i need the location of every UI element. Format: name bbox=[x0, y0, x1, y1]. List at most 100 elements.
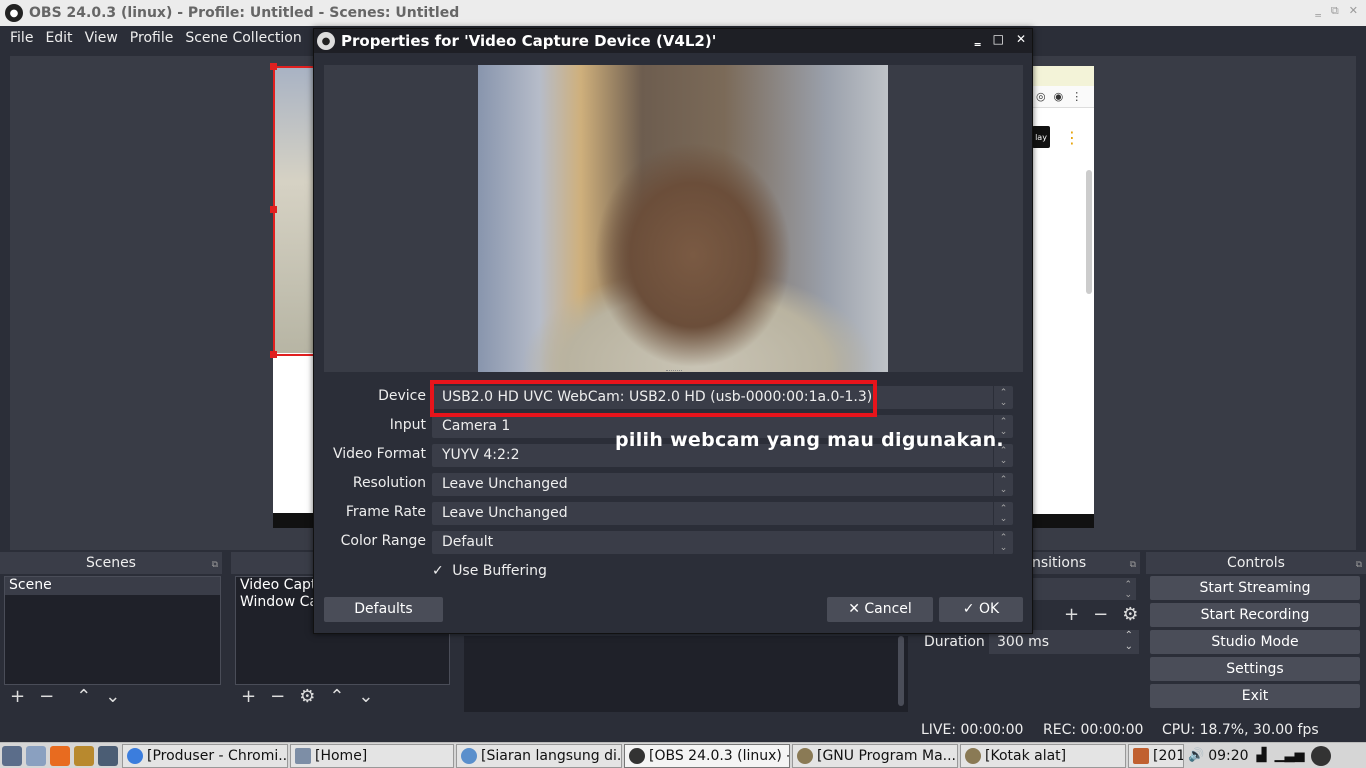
gear-icon[interactable]: ⚙ bbox=[1122, 604, 1138, 625]
audio-mixer-area bbox=[464, 636, 908, 712]
task-image[interactable]: [2019-1 bbox=[1128, 743, 1184, 768]
transition-select[interactable]: ⌃ ⌄ bbox=[1032, 578, 1136, 600]
obs-tray-icon[interactable] bbox=[1310, 745, 1331, 766]
frame-rate-select[interactable]: Leave Unchanged ⌃ ⌄ bbox=[432, 502, 1013, 525]
menu-file[interactable]: File bbox=[10, 30, 33, 46]
use-buffering-checkbox[interactable]: ✓ Use Buffering bbox=[432, 563, 547, 579]
duration-label: Duration bbox=[924, 634, 985, 650]
minimize-icon[interactable]: ‗ bbox=[1315, 4, 1321, 18]
source-selection-box[interactable] bbox=[273, 66, 317, 356]
image-icon bbox=[1133, 747, 1149, 764]
input-label: Input bbox=[389, 417, 426, 433]
minimize-icon[interactable]: ‗ bbox=[975, 32, 981, 46]
browser-icon bbox=[461, 747, 477, 764]
maximize-icon[interactable]: □ bbox=[993, 32, 1004, 46]
gimp-icon bbox=[797, 747, 813, 764]
remove-icon[interactable]: − bbox=[270, 686, 285, 707]
browser-source-topbar bbox=[1032, 66, 1094, 86]
window-title: OBS 24.0.3 (linux) - Profile: Untitled -… bbox=[29, 5, 460, 21]
menu-view[interactable]: View bbox=[85, 30, 118, 46]
scenes-title: Scenes bbox=[86, 555, 136, 571]
resolution-select[interactable]: Leave Unchanged ⌃ ⌄ bbox=[432, 473, 1013, 496]
network-icon[interactable]: ▟ bbox=[1257, 748, 1267, 763]
add-icon[interactable]: + bbox=[1064, 604, 1079, 625]
device-label: Device bbox=[378, 388, 426, 404]
maximize-icon[interactable]: ⧉ bbox=[1331, 4, 1339, 18]
resize-handle[interactable] bbox=[270, 63, 277, 70]
list-item[interactable]: Scene bbox=[5, 577, 220, 595]
scenes-list[interactable]: Scene bbox=[4, 576, 221, 685]
settings-button[interactable]: Settings bbox=[1150, 657, 1360, 681]
checkmark-icon: ✓ bbox=[432, 563, 444, 579]
task-gimp[interactable]: [GNU Program Ma... bbox=[792, 743, 958, 768]
frame-rate-label: Frame Rate bbox=[345, 504, 426, 520]
sources-toolbar: + − ⚙ ⌃ ⌄ bbox=[233, 686, 374, 707]
move-up-icon[interactable]: ⌃ bbox=[76, 686, 91, 707]
transitions-title: nsitions bbox=[1032, 555, 1087, 571]
gear-icon[interactable]: ⚙ bbox=[299, 686, 315, 707]
menu-scene-collection[interactable]: Scene Collection bbox=[185, 30, 301, 46]
cpu-stats: CPU: 18.7%, 30.00 fps bbox=[1162, 722, 1319, 738]
duration-value: 300 ms bbox=[997, 634, 1050, 650]
cancel-icon: ✕ bbox=[848, 601, 860, 617]
chevron-updown-icon: ⌃ ⌄ bbox=[1124, 580, 1132, 600]
task-chromium[interactable]: [Produser - Chromi... bbox=[122, 743, 288, 768]
color-range-label: Color Range bbox=[340, 533, 426, 549]
firefox-icon[interactable] bbox=[50, 745, 70, 766]
exit-button[interactable]: Exit bbox=[1150, 684, 1360, 708]
add-icon[interactable]: + bbox=[241, 686, 256, 707]
menu-profile[interactable]: Profile bbox=[130, 30, 174, 46]
undock-icon[interactable]: ⧉ bbox=[1130, 554, 1136, 576]
undock-icon[interactable]: ⧉ bbox=[212, 554, 218, 576]
volume-icon[interactable]: 🔊 bbox=[1188, 748, 1204, 763]
cancel-label: Cancel bbox=[864, 601, 912, 617]
resize-handle[interactable] bbox=[270, 351, 277, 358]
properties-dialog: ● Properties for 'Video Capture Device (… bbox=[313, 28, 1033, 634]
cancel-button[interactable]: ✕ Cancel bbox=[827, 597, 933, 622]
task-label: [OBS 24.0.3 (linux) -... bbox=[649, 747, 790, 764]
ok-button[interactable]: ✓ OK bbox=[939, 597, 1023, 622]
clock[interactable]: 09:20 bbox=[1208, 748, 1248, 764]
close-icon[interactable]: ✕ bbox=[1016, 32, 1026, 46]
main-titlebar: ● OBS 24.0.3 (linux) - Profile: Untitled… bbox=[0, 0, 1366, 26]
frame-rate-value: Leave Unchanged bbox=[442, 505, 568, 521]
highlight-box bbox=[430, 380, 877, 417]
remove-icon[interactable]: − bbox=[39, 686, 54, 707]
chevron-updown-icon: ⌃ ⌄ bbox=[993, 386, 1013, 409]
status-bar: LIVE: 00:00:00 REC: 00:00:00 CPU: 18.7%,… bbox=[0, 720, 1366, 742]
signal-icon[interactable]: ▁▃▅ bbox=[1275, 748, 1305, 763]
app-launcher-icon[interactable] bbox=[98, 745, 118, 766]
defaults-button[interactable]: Defaults bbox=[324, 597, 443, 622]
splitter-grip[interactable] bbox=[666, 370, 682, 374]
move-down-icon[interactable]: ⌄ bbox=[105, 686, 120, 707]
move-up-icon[interactable]: ⌃ bbox=[329, 686, 344, 707]
resize-handle[interactable] bbox=[270, 206, 277, 213]
scenes-dock: Scenes ⧉ Scene + − ⌃ ⌄ bbox=[0, 552, 222, 712]
transitions-toolbar: + − ⚙ bbox=[1056, 604, 1138, 625]
add-icon[interactable]: + bbox=[10, 686, 25, 707]
undock-icon[interactable]: ⧉ bbox=[1356, 554, 1362, 576]
webcam-feed-image bbox=[478, 65, 888, 372]
video-format-value: YUYV 4:2:2 bbox=[442, 447, 520, 463]
studio-mode-button[interactable]: Studio Mode bbox=[1150, 630, 1360, 654]
menu-edit[interactable]: Edit bbox=[45, 30, 72, 46]
mixer-scrollbar[interactable] bbox=[898, 636, 904, 706]
color-range-select[interactable]: Default ⌃ ⌄ bbox=[432, 531, 1013, 554]
task-obs[interactable]: [OBS 24.0.3 (linux) -... bbox=[624, 743, 790, 768]
move-down-icon[interactable]: ⌄ bbox=[358, 686, 373, 707]
remove-icon[interactable]: − bbox=[1093, 604, 1108, 625]
extension-icon: ◎ bbox=[1036, 90, 1046, 103]
task-home[interactable]: [Home] bbox=[290, 743, 454, 768]
ok-label: OK bbox=[978, 601, 1000, 617]
account-icon: ◉ bbox=[1053, 90, 1064, 103]
start-streaming-button[interactable]: Start Streaming bbox=[1150, 576, 1360, 600]
show-desktop-icon[interactable] bbox=[26, 745, 46, 766]
close-icon[interactable]: ✕ bbox=[1349, 4, 1358, 18]
transitions-header: nsitions ⧉ bbox=[1020, 552, 1140, 574]
gimp-icon[interactable] bbox=[74, 745, 94, 766]
stepper-icon[interactable]: ⌃ ⌄ bbox=[1125, 630, 1133, 652]
task-toolbox[interactable]: [Kotak alat] bbox=[960, 743, 1126, 768]
task-siaran[interactable]: [Siaran langsung di... bbox=[456, 743, 622, 768]
start-recording-button[interactable]: Start Recording bbox=[1150, 603, 1360, 627]
start-menu-icon[interactable] bbox=[2, 745, 22, 766]
